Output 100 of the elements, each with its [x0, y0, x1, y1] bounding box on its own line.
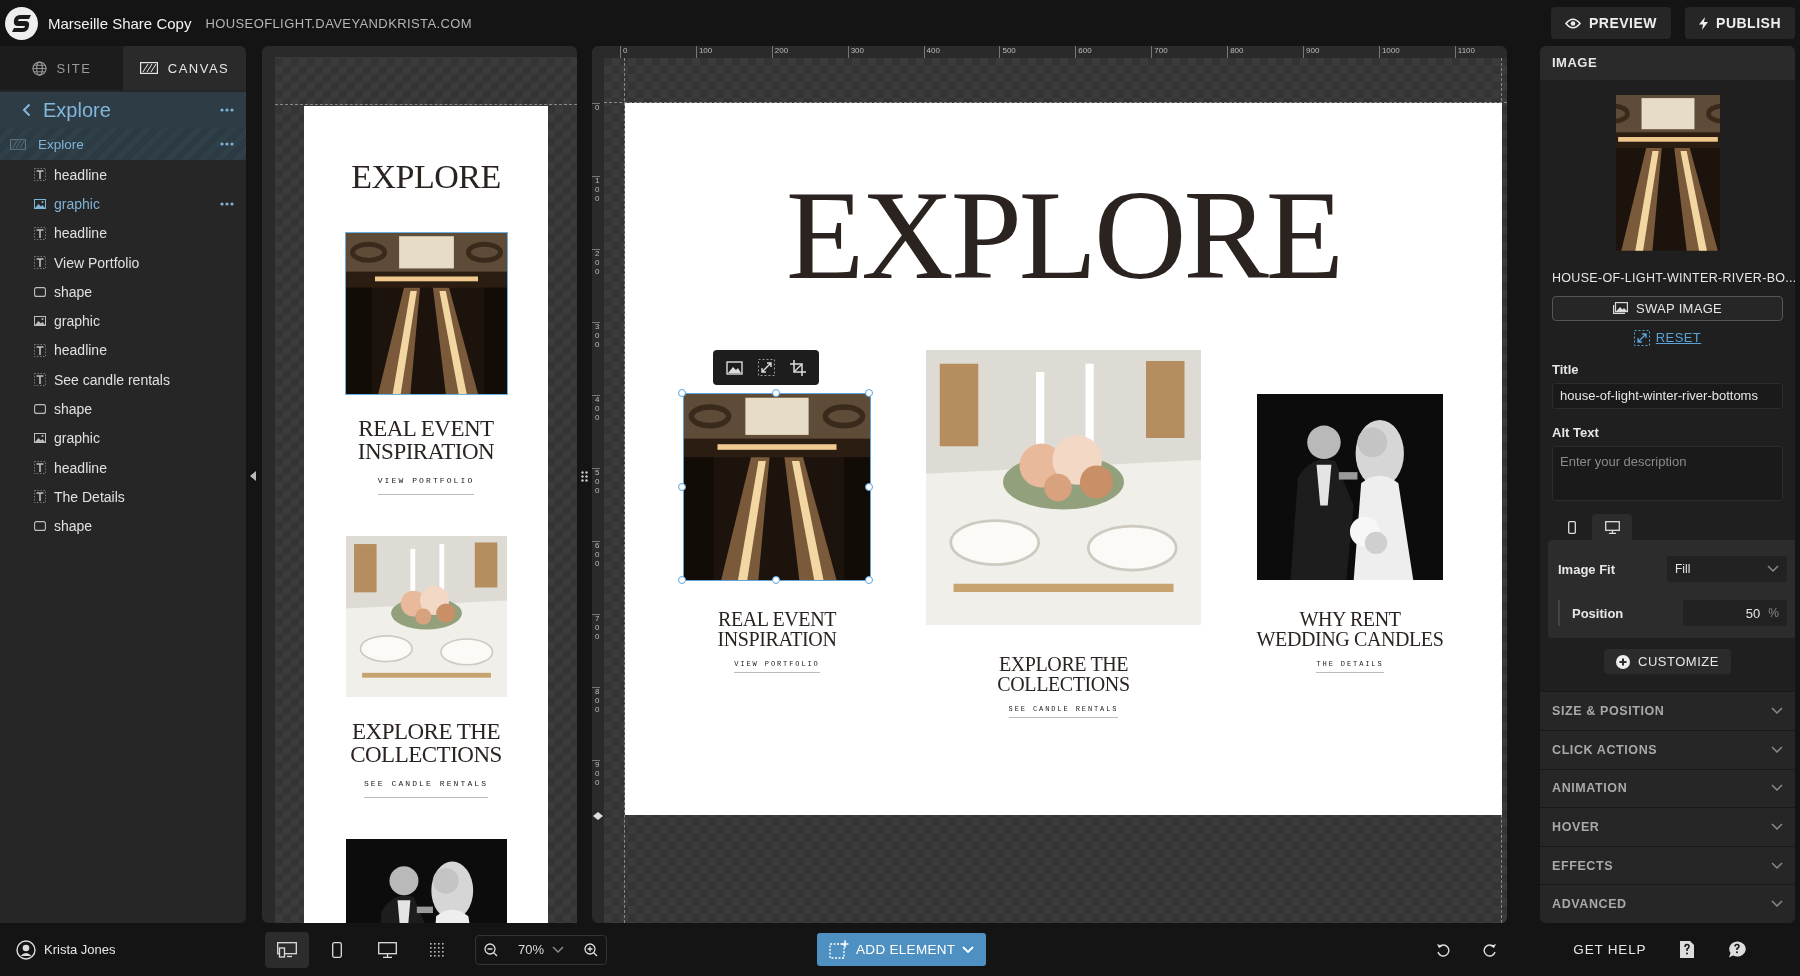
chevron-down-icon [1771, 745, 1783, 754]
image-icon[interactable] [726, 360, 743, 375]
chevron-down-icon [1771, 861, 1783, 870]
resize-handle[interactable] [772, 576, 780, 584]
layer-item[interactable]: shape [0, 394, 246, 424]
layer-item[interactable]: graphic [0, 423, 246, 453]
reset-link[interactable]: RESET [1655, 330, 1702, 346]
help-document-icon[interactable] [1680, 941, 1695, 958]
globe-icon [31, 60, 47, 76]
card-headline: REAL EVENT INSPIRATION [356, 417, 496, 463]
layer-item[interactable]: graphic [0, 189, 246, 219]
title-field[interactable]: house-of-light-winter-river-bottoms [1552, 382, 1783, 409]
publish-button[interactable]: PUBLISH [1685, 7, 1795, 39]
image-icon [34, 316, 46, 327]
resize-handle[interactable] [865, 483, 873, 491]
logo-icon[interactable] [5, 6, 38, 40]
more-icon[interactable] [220, 201, 234, 206]
text-icon [34, 343, 46, 357]
text-icon [34, 461, 46, 475]
ruler-label: 200 [592, 249, 600, 322]
canvas-icon [139, 62, 158, 74]
layer-item[interactable]: headline [0, 218, 246, 248]
height-handle-icon[interactable] [593, 812, 603, 820]
resize-handle[interactable] [678, 576, 686, 584]
ruler-label: 800 [592, 687, 600, 760]
user-name: Krista Jones [44, 942, 116, 957]
more-icon[interactable] [220, 108, 234, 112]
layout-icon [277, 941, 297, 958]
accordion-header[interactable]: ADVANCED [1540, 884, 1795, 923]
collapse-icon[interactable] [250, 471, 256, 481]
card-headline: WHY RENT WEDDING CANDLES [1255, 609, 1445, 649]
position-field[interactable]: 50 % [1683, 600, 1787, 627]
ruler-label: 100 [592, 176, 600, 249]
accordion-header[interactable]: SIZE & POSITION [1540, 691, 1795, 730]
crop-icon[interactable] [790, 359, 806, 376]
panel-tab[interactable]: CANVAS [123, 46, 246, 90]
customize-button[interactable]: CUSTOMIZE [1604, 649, 1731, 675]
preview-button[interactable]: PREVIEW [1550, 7, 1672, 39]
layer-item[interactable]: The Details [0, 482, 246, 512]
image-fit-dropdown[interactable]: Fill [1667, 556, 1787, 583]
layer-item[interactable]: shape [0, 511, 246, 541]
resize-handle[interactable] [772, 389, 780, 397]
card-headline: REAL EVENT INSPIRATION [716, 609, 838, 649]
resize-handle[interactable] [678, 389, 686, 397]
field-label: Position [1572, 605, 1624, 621]
panel-title: IMAGE [1540, 46, 1795, 80]
ruler-label: 0 [592, 103, 600, 176]
layer-section[interactable]: Explore [0, 128, 246, 160]
rectangle-icon [34, 286, 46, 297]
device-tab[interactable] [1592, 514, 1632, 541]
back-icon[interactable] [22, 103, 31, 117]
swap-image-button[interactable]: SWAP IMAGE [1552, 295, 1783, 321]
chevron-down-icon [962, 945, 975, 954]
get-help-link[interactable]: GET HELP [1573, 942, 1647, 957]
chevron-down-icon [1771, 784, 1783, 793]
chevron-down-icon [1771, 900, 1783, 909]
bolt-icon [1699, 16, 1709, 30]
field-label: Title [1552, 361, 1580, 377]
layer-item[interactable]: headline [0, 160, 246, 190]
accordion-header[interactable]: ANIMATION [1540, 768, 1795, 808]
resize-icon [1633, 329, 1650, 346]
undo-icon[interactable] [1436, 942, 1451, 957]
view-mode-button[interactable] [265, 931, 309, 968]
layer-item[interactable]: shape [0, 277, 246, 307]
layer-item[interactable]: headline [0, 452, 246, 483]
page-title: Explore [43, 98, 112, 122]
page-headline: EXPLORE [351, 158, 501, 196]
layer-item[interactable]: View Portfolio [0, 247, 246, 278]
text-icon [34, 256, 46, 270]
expand-icon[interactable] [758, 359, 775, 376]
redo-icon[interactable] [1483, 942, 1498, 957]
resize-handle[interactable] [865, 576, 873, 584]
card-headline: EXPLORE THE COLLECTIONS [349, 720, 503, 766]
layer-item[interactable]: See candle rentals [0, 365, 246, 395]
canvas-icon [10, 138, 26, 150]
plus-circle-icon [1616, 654, 1631, 669]
chevron-down-icon [1771, 707, 1783, 716]
chevron-down-icon [552, 945, 565, 954]
panel-tab[interactable]: SITE [0, 46, 123, 90]
alt-text-field[interactable]: Enter your description [1552, 445, 1783, 502]
image-icon [34, 198, 46, 209]
resize-handle[interactable] [865, 389, 873, 397]
chat-help-icon[interactable] [1728, 941, 1747, 958]
page-headline: EXPLORE [786, 171, 1341, 299]
project-name: Marseille Share Copy [48, 14, 192, 32]
accordion-header[interactable]: EFFECTS [1540, 845, 1795, 885]
drag-handle-icon[interactable] [581, 471, 588, 482]
layer-item[interactable]: graphic [0, 306, 246, 336]
more-icon[interactable] [220, 142, 234, 146]
accordion-header[interactable]: HOVER [1540, 807, 1795, 846]
layer-item[interactable]: headline [0, 335, 246, 366]
rectangle-icon [34, 521, 46, 532]
avatar-icon[interactable] [16, 939, 36, 960]
resize-handle[interactable] [678, 483, 686, 491]
ruler-label: 600 [592, 541, 600, 614]
zoom-in-icon[interactable] [584, 942, 599, 957]
zoom-out-icon[interactable] [484, 942, 498, 957]
accordion-header[interactable]: CLICK ACTIONS [1540, 730, 1795, 769]
image-icon [1612, 302, 1628, 315]
text-icon [34, 168, 46, 182]
